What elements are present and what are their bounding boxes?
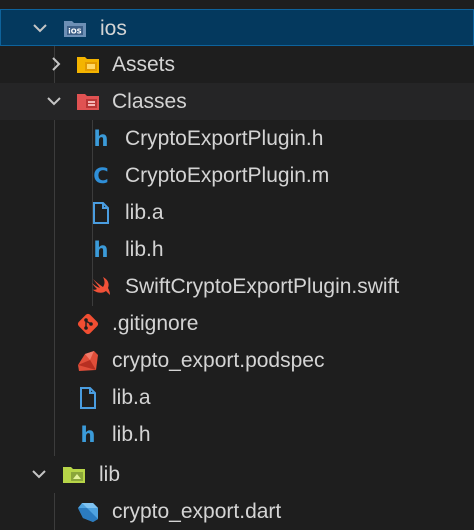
assets-folder-icon <box>77 57 99 73</box>
chevron-right-icon[interactable] <box>47 55 65 73</box>
tree-item-classes-folder[interactable]: Classes <box>0 83 474 120</box>
tree-item-file[interactable]: C CryptoExportPlugin.m <box>0 157 474 194</box>
objective-c-file-icon: C <box>93 164 109 188</box>
tree-item-label: .gitignore <box>112 312 199 335</box>
ruby-file-icon <box>78 351 98 371</box>
tree-item-label: lib.a <box>112 386 151 409</box>
tree-item-ios-folder[interactable]: iOS ios <box>0 9 474 46</box>
dart-file-icon <box>78 503 98 522</box>
tree-item-file[interactable]: crypto_export.dart <box>0 493 474 530</box>
c-header-file-icon: h <box>93 238 109 262</box>
tree-item-label: crypto_export.podspec <box>112 349 325 372</box>
tree-item-label: Assets <box>112 53 176 76</box>
tree-item-file[interactable]: lib.a <box>0 194 474 231</box>
lib-folder-icon <box>63 467 85 483</box>
tree-item-label: lib <box>99 463 121 486</box>
chevron-down-icon[interactable] <box>31 19 49 37</box>
tree-item-file[interactable]: crypto_export.podspec <box>0 342 474 379</box>
tree-item-label: CryptoExportPlugin.h <box>125 127 324 150</box>
ios-folder-icon: iOS <box>64 21 86 37</box>
svg-text:iOS: iOS <box>68 28 81 36</box>
c-header-file-icon: h <box>93 127 109 151</box>
tree-item-label: CryptoExportPlugin.m <box>125 164 330 187</box>
tree-item-label: SwiftCryptoExportPlugin.swift <box>125 275 400 298</box>
tree-item-lib-folder[interactable]: lib <box>0 456 474 493</box>
tree-item-label: ios <box>100 17 127 40</box>
tree-item-label: Classes <box>112 90 187 113</box>
tree-item-file[interactable]: h CryptoExportPlugin.h <box>0 120 474 157</box>
file-icon <box>80 387 96 409</box>
chevron-down-icon[interactable] <box>45 92 63 110</box>
tree-item-file[interactable]: lib.a <box>0 379 474 416</box>
file-explorer-tree: iOS ios Assets Classes h CryptoExportPlu… <box>0 0 474 530</box>
tree-item-assets-folder[interactable]: Assets <box>0 46 474 83</box>
tree-item-file[interactable]: h lib.h <box>0 231 474 268</box>
c-header-file-icon: h <box>80 423 96 447</box>
tree-item-file[interactable]: .gitignore <box>0 305 474 342</box>
chevron-down-icon[interactable] <box>30 465 48 483</box>
file-icon <box>93 202 109 224</box>
tree-item-label: crypto_export.dart <box>112 500 282 523</box>
tree-item-label: lib.h <box>112 423 151 446</box>
tree-item-file[interactable]: h lib.h <box>0 416 474 453</box>
tree-item-label: lib.a <box>125 201 164 224</box>
git-file-icon <box>77 313 99 335</box>
classes-folder-icon <box>77 94 99 110</box>
tree-item-file[interactable]: SwiftCryptoExportPlugin.swift <box>0 268 474 305</box>
swift-file-icon <box>92 277 110 295</box>
tree-item-label: lib.h <box>125 238 164 261</box>
